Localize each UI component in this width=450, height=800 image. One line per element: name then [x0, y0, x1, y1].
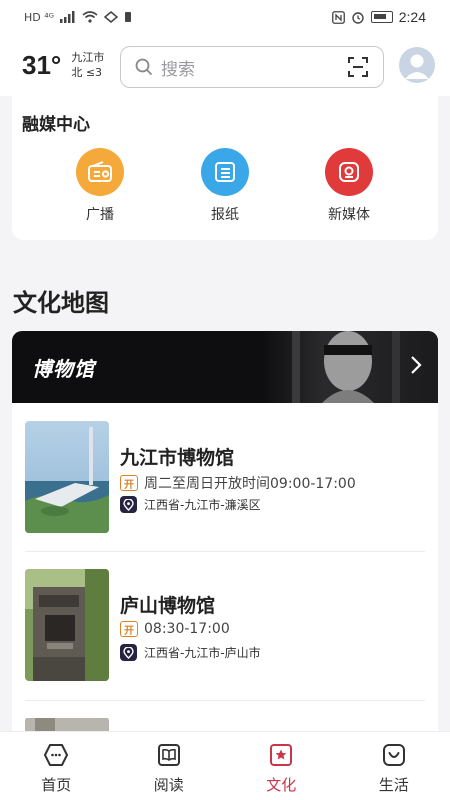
open-badge: 开 [120, 475, 138, 491]
museum-item-lushan[interactable]: 庐山博物馆 开 08:30-17:00 江西省-九江市-庐山市 [12, 551, 438, 701]
weather-city: 九江市 [71, 51, 105, 64]
location-pin-icon [120, 644, 137, 661]
signal-icon [60, 11, 75, 23]
status-left: HD ⁴ᴳ [24, 11, 132, 24]
status-bar: HD ⁴ᴳ 2:24 [0, 0, 450, 34]
battery-icon [370, 11, 393, 23]
weather-meta: 九江市 北 ≤3 [71, 50, 104, 80]
museum-card: 博物馆 九江市博物馆 开 周二至周日开放时间09:00-17:00 江西省-九江… [12, 331, 438, 731]
media-item-label: 报纸 [211, 207, 239, 223]
scan-icon[interactable] [347, 56, 369, 78]
tab-home[interactable]: 首页 [0, 732, 113, 800]
home-icon [44, 744, 69, 766]
museum-address-row: 江西省-九江市-庐山市 [120, 644, 261, 661]
media-center-title: 融媒中心 [22, 115, 90, 135]
tab-life[interactable]: 生活 [338, 732, 450, 800]
bottom-tab-bar: 首页 阅读 文化 生活 [0, 731, 450, 800]
museum-banner[interactable]: 博物馆 [12, 331, 438, 403]
radio-icon [76, 148, 124, 196]
museum-thumbnail-partial[interactable] [25, 717, 109, 731]
media-item-label: 广播 [86, 207, 114, 223]
search-input[interactable]: 搜索 [161, 55, 347, 80]
alarm-icon [352, 12, 364, 24]
avatar-icon [399, 47, 435, 83]
museum-thumbnail [25, 421, 109, 533]
book-icon [157, 744, 180, 766]
tab-label: 阅读 [153, 776, 184, 794]
tab-culture[interactable]: 文化 [225, 732, 338, 800]
museum-hours: 周二至周日开放时间09:00-17:00 [144, 476, 356, 492]
avatar[interactable] [399, 47, 435, 83]
museum-thumbnail [25, 569, 109, 681]
museum-item-jiujiang[interactable]: 九江市博物馆 开 周二至周日开放时间09:00-17:00 江西省-九江市-濂溪… [12, 403, 438, 553]
museum-address: 江西省-九江市-庐山市 [144, 646, 261, 660]
media-center-card: 融媒中心 广播 报纸 新媒体 [12, 96, 438, 240]
weather-widget[interactable]: 31° 九江市 北 ≤3 [22, 50, 104, 81]
tab-label: 首页 [41, 776, 72, 794]
temperature: 31° [22, 49, 62, 80]
chevron-right-icon [411, 356, 422, 374]
banner-title: 博物馆 [32, 357, 95, 381]
culture-map-title: 文化地图 [13, 289, 109, 317]
clock: 2:24 [398, 9, 426, 25]
status-right: 2:24 [331, 9, 426, 25]
open-badge: 开 [120, 621, 138, 637]
tab-label: 文化 [266, 776, 297, 794]
culture-icon [270, 744, 293, 766]
weather-wind: 北 ≤3 [71, 66, 103, 79]
divider [25, 700, 425, 701]
media-item-label: 新媒体 [328, 207, 370, 223]
museum-hours-row: 开 周二至周日开放时间09:00-17:00 [120, 473, 356, 493]
link-icon [104, 11, 119, 23]
tab-reading[interactable]: 阅读 [113, 732, 226, 800]
nfc-icon [331, 10, 345, 24]
newspaper-icon [201, 148, 249, 196]
museum-name: 九江市博物馆 [120, 447, 235, 469]
wifi-icon [82, 11, 98, 23]
media-item-new-media[interactable]: 新媒体 [314, 148, 384, 224]
media-item-newspaper[interactable]: 报纸 [190, 148, 260, 224]
search-icon [135, 58, 153, 76]
museum-hours: 08:30-17:00 [144, 621, 230, 637]
museum-address-row: 江西省-九江市-濂溪区 [120, 496, 261, 513]
location-pin-icon [120, 496, 137, 513]
museum-hours-row: 开 08:30-17:00 [120, 621, 230, 637]
new-media-icon [325, 148, 373, 196]
search-bar[interactable]: 搜索 [120, 46, 384, 88]
top-header: 31° 九江市 北 ≤3 搜索 [0, 34, 450, 96]
tab-label: 生活 [378, 776, 409, 794]
network-indicator: HD ⁴ᴳ [24, 10, 55, 24]
museum-address: 江西省-九江市-濂溪区 [144, 498, 261, 512]
life-icon [382, 744, 405, 766]
battery-saver-icon [125, 12, 132, 22]
media-item-radio[interactable]: 广播 [65, 148, 135, 224]
museum-name: 庐山博物馆 [120, 595, 216, 617]
